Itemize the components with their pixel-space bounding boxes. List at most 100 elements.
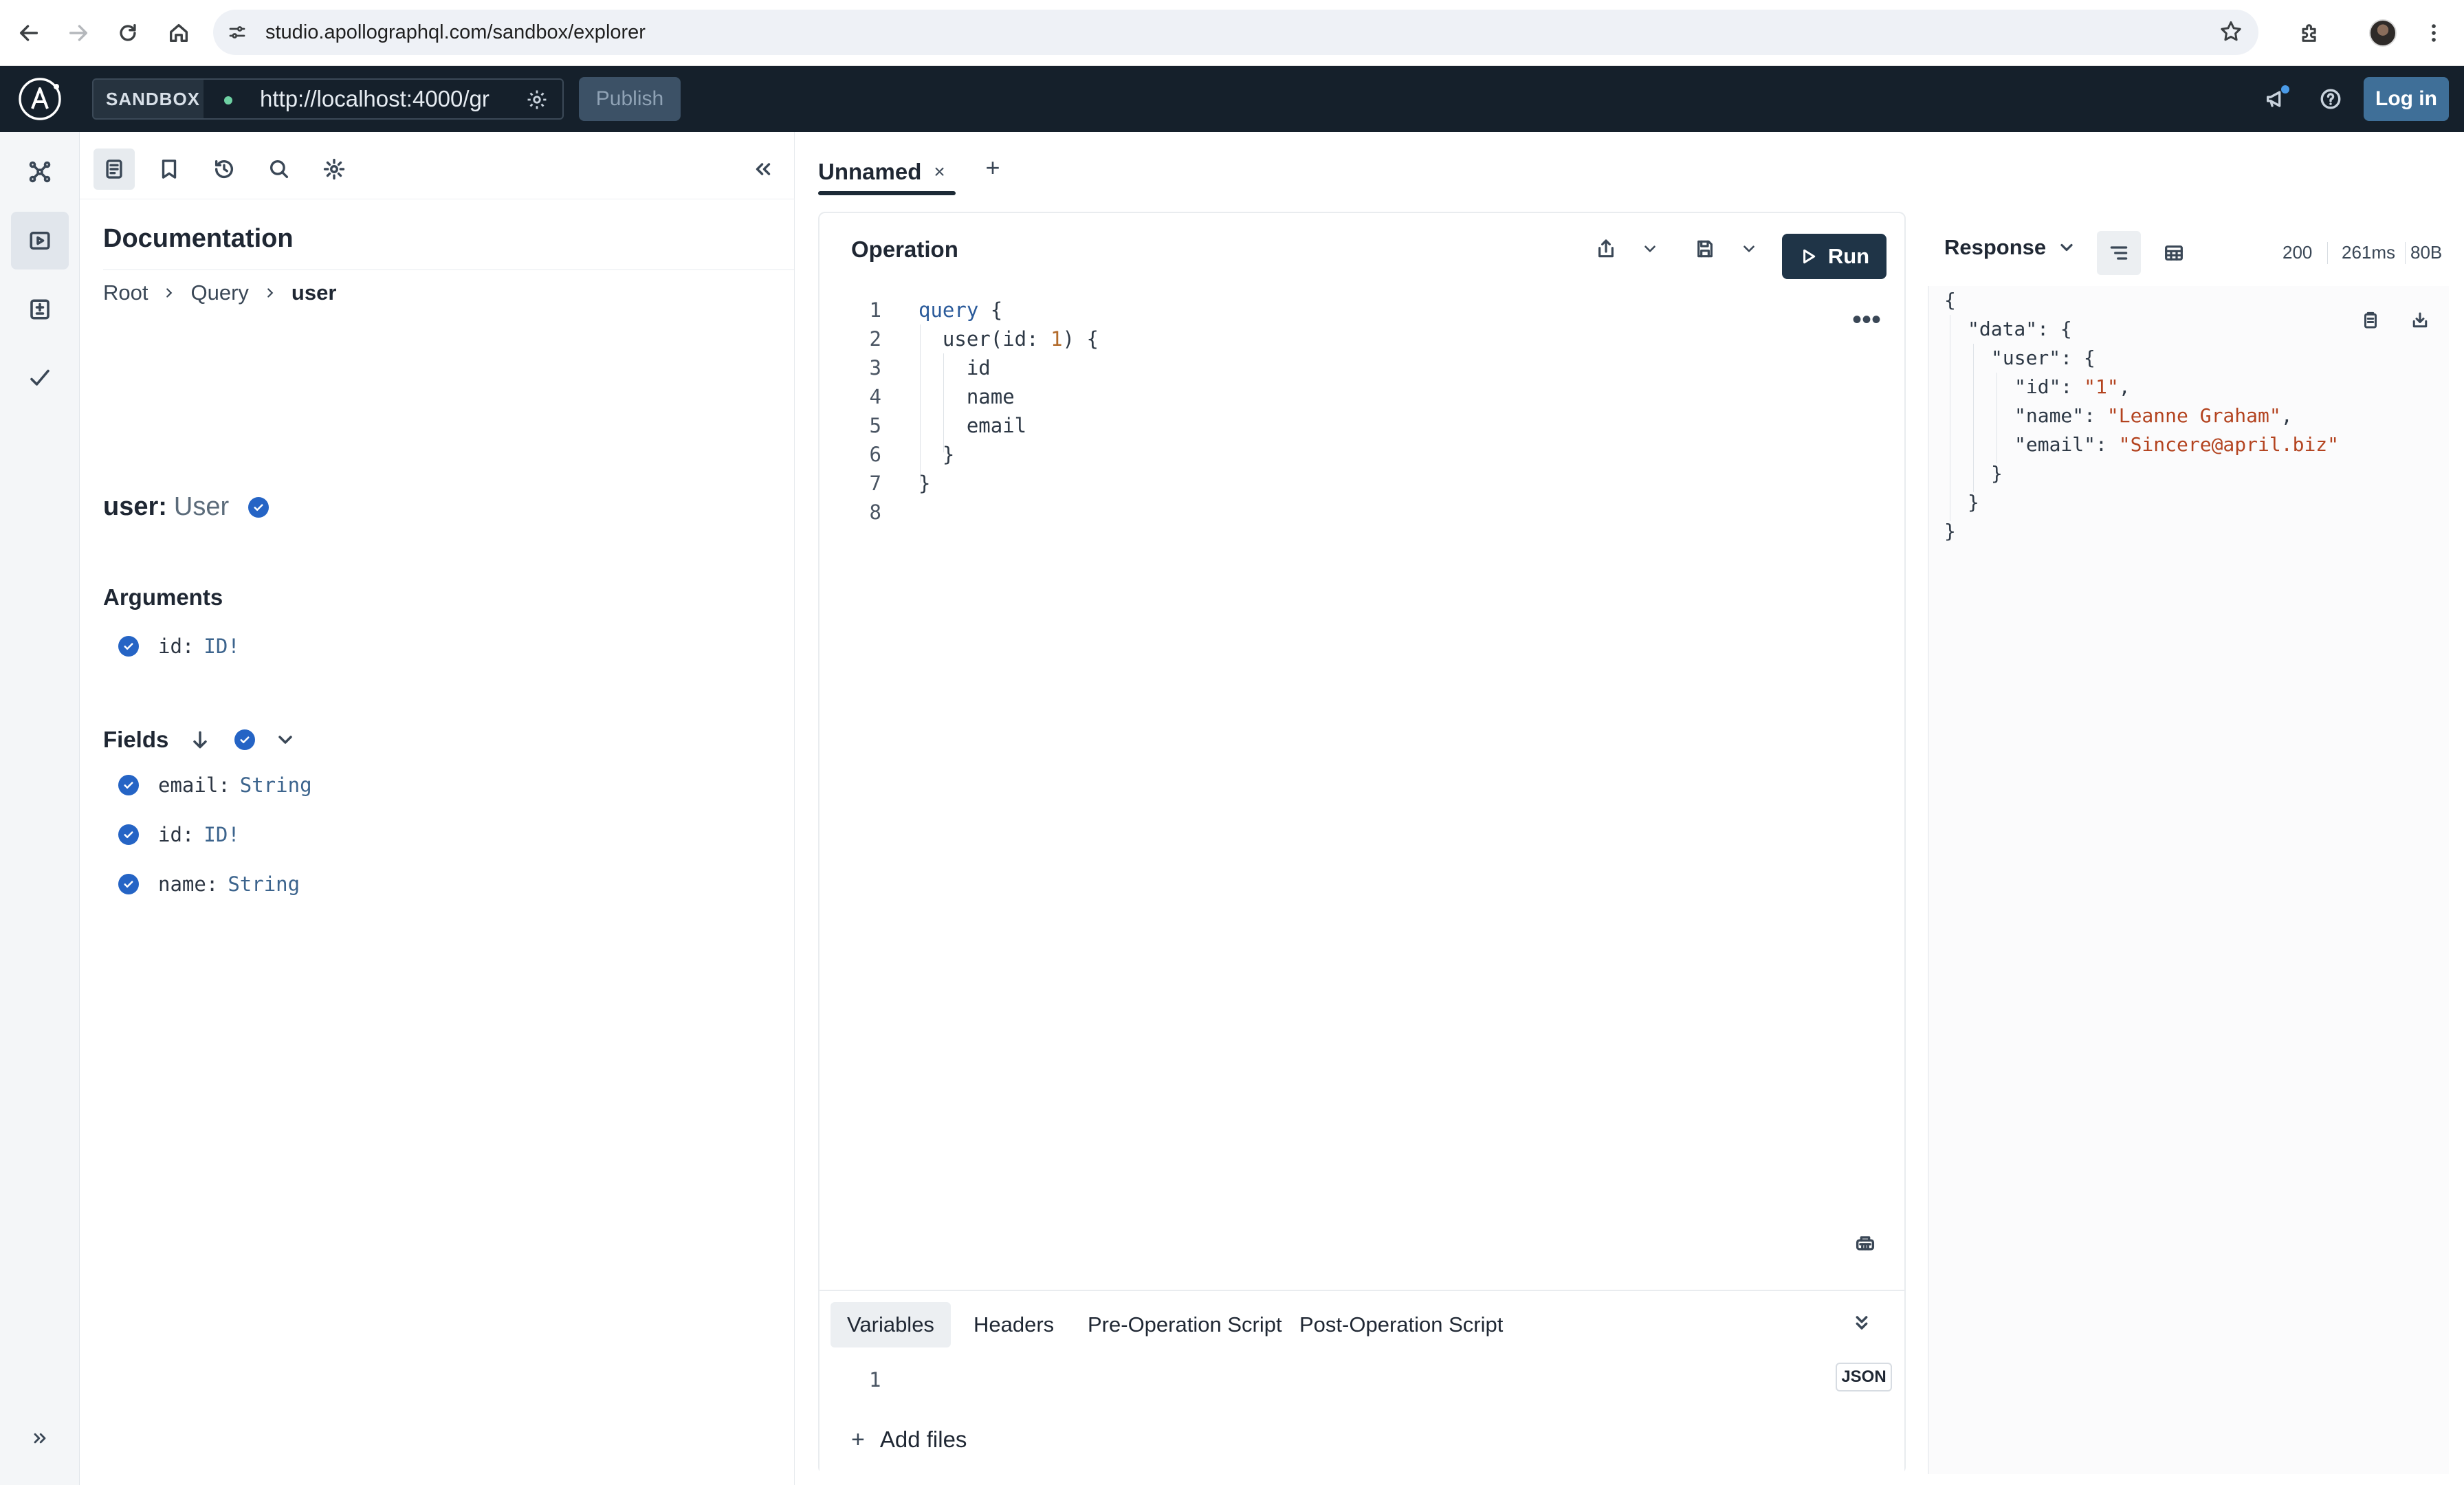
gear-icon[interactable] xyxy=(525,88,549,111)
site-info-icon[interactable] xyxy=(224,19,250,45)
address-bar[interactable]: studio.apollographql.com/sandbox/explore… xyxy=(213,10,2258,55)
copy-response-button[interactable] xyxy=(2355,305,2386,336)
save-options-button[interactable] xyxy=(1734,234,1764,264)
history-button[interactable] xyxy=(204,148,245,190)
play-square-icon xyxy=(30,231,50,250)
tab-label[interactable]: Unnamed xyxy=(818,159,921,185)
chevron-down-icon[interactable] xyxy=(274,729,296,751)
response-body[interactable]: {"data": {"user": {"id": "1", "name": "Le… xyxy=(1928,286,2449,1474)
response-line: { xyxy=(1944,289,1956,311)
json-view-button[interactable] xyxy=(2097,231,2141,275)
field-row-id[interactable]: id: ID! xyxy=(118,821,240,848)
rail-item-explorer[interactable] xyxy=(11,212,69,270)
line-number: 2 xyxy=(869,327,881,351)
response-header: Response 200 261ms 80B xyxy=(1906,212,2449,283)
json-mode-badge[interactable]: JSON xyxy=(1836,1363,1892,1392)
operation-editor[interactable]: 1 query {2 user(id: 1) {3 id 4 name 5 email… xyxy=(820,296,1904,1189)
settings-button[interactable] xyxy=(314,148,355,190)
home-button[interactable] xyxy=(162,16,195,50)
select-all-check-icon[interactable] xyxy=(234,729,256,750)
add-files-button[interactable]: + Add files xyxy=(851,1423,967,1456)
field-check-icon[interactable] xyxy=(118,874,139,894)
status-code: 200 xyxy=(2282,242,2313,263)
field-row-type[interactable]: String xyxy=(228,872,300,896)
extensions-button[interactable] xyxy=(2294,16,2326,50)
history-icon xyxy=(214,160,234,178)
response-selector[interactable]: Response xyxy=(1944,235,2076,260)
back-button[interactable] xyxy=(12,16,45,50)
operation-pane: Operation Run 1 query {2 user(id: 1) {3 i… xyxy=(818,212,1906,1474)
field-selected-check-icon[interactable] xyxy=(248,496,270,518)
publish-button[interactable]: Publish xyxy=(579,77,681,121)
run-button[interactable]: Run xyxy=(1782,234,1886,279)
line-number: 1 xyxy=(869,298,881,322)
login-button[interactable]: Log in xyxy=(2364,77,2449,121)
breadcrumb-root[interactable]: Root xyxy=(103,280,148,305)
announcements-button[interactable] xyxy=(2260,84,2291,114)
rail-expand-button[interactable] xyxy=(11,1416,69,1460)
docs-toolbar xyxy=(80,132,795,199)
stat-divider xyxy=(2327,242,2328,264)
field-row-email[interactable]: email: String xyxy=(118,771,312,799)
response-line: "email": "Sincere@april.biz" xyxy=(2014,433,2340,456)
tab-unnamed[interactable]: Unnamed × xyxy=(818,151,945,192)
endpoint-selector[interactable]: http://localhost:4000/gr xyxy=(204,78,564,120)
diff-icon xyxy=(30,299,50,320)
tab-close-icon[interactable]: × xyxy=(934,161,945,183)
argument-row[interactable]: id: ID! xyxy=(118,632,240,660)
field-row-type[interactable]: String xyxy=(240,773,312,797)
apollo-logo-icon[interactable] xyxy=(16,76,63,122)
rail-item-checks[interactable] xyxy=(11,349,69,407)
nav-rail xyxy=(0,132,80,1485)
help-icon xyxy=(2320,89,2341,109)
arrow-down-icon[interactable] xyxy=(189,729,211,751)
argument-name: id: xyxy=(158,635,195,658)
collapse-variables-button[interactable] xyxy=(1851,1312,1878,1339)
tab-post-operation-script[interactable]: Post-Operation Script xyxy=(1283,1302,1519,1348)
arrow-right-icon xyxy=(69,25,88,41)
home-icon xyxy=(169,23,188,43)
editor-more-button[interactable]: ••• xyxy=(1851,304,1882,336)
reload-button[interactable] xyxy=(111,16,144,50)
notification-dot xyxy=(2281,85,2289,94)
save-button[interactable] xyxy=(1690,234,1720,264)
profile-avatar[interactable] xyxy=(2366,16,2399,50)
field-row-type[interactable]: ID! xyxy=(204,823,239,846)
field-check-icon[interactable] xyxy=(118,824,139,845)
field-check-icon[interactable] xyxy=(118,775,139,795)
operation-title: Operation xyxy=(851,236,958,262)
argument-check-icon[interactable] xyxy=(118,636,139,657)
argument-type[interactable]: ID! xyxy=(204,635,239,658)
collections-button[interactable] xyxy=(148,148,190,190)
chevron-down-icon xyxy=(1644,245,1656,252)
share-button[interactable] xyxy=(1591,234,1621,264)
add-tab-button[interactable]: + xyxy=(978,153,1008,183)
add-files-label: Add files xyxy=(879,1427,967,1452)
endpoint-url[interactable]: http://localhost:4000/gr xyxy=(260,80,507,118)
rail-item-schema[interactable] xyxy=(11,143,69,201)
table-icon xyxy=(2165,245,2183,261)
clipboard-icon xyxy=(2364,311,2377,329)
tab-variables[interactable]: Variables xyxy=(830,1302,951,1348)
collapse-docs-button[interactable] xyxy=(742,148,784,190)
field-row-name[interactable]: name: String xyxy=(118,870,300,898)
forward-button[interactable] xyxy=(62,16,95,50)
prettify-button[interactable] xyxy=(1849,1226,1881,1258)
table-view-button[interactable] xyxy=(2152,231,2196,275)
download-response-button[interactable] xyxy=(2405,305,2435,336)
docs-tab-button[interactable] xyxy=(94,148,135,190)
response-size: 80B xyxy=(2410,242,2443,263)
share-options-button[interactable] xyxy=(1635,234,1665,264)
field-type-link[interactable]: User xyxy=(174,492,229,522)
rail-item-changelog[interactable] xyxy=(11,280,69,338)
tab-pre-operation-script[interactable]: Pre-Operation Script xyxy=(1071,1302,1299,1348)
address-url[interactable]: studio.apollographql.com/sandbox/explore… xyxy=(265,10,646,55)
breadcrumb-query[interactable]: Query xyxy=(190,280,248,305)
browser-menu-button[interactable] xyxy=(2417,16,2450,50)
download-icon xyxy=(2412,312,2428,328)
help-button[interactable] xyxy=(2316,84,2346,114)
broom-icon xyxy=(1856,1236,1875,1251)
tab-headers[interactable]: Headers xyxy=(957,1302,1070,1348)
bookmark-star-icon[interactable] xyxy=(2219,19,2245,45)
search-button[interactable] xyxy=(258,148,300,190)
